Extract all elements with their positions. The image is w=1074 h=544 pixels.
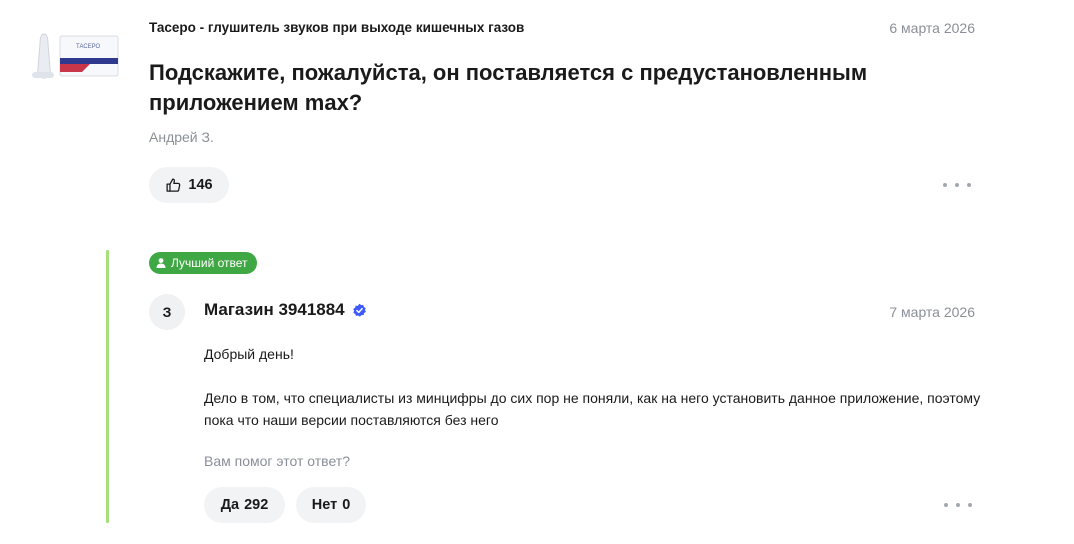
product-thumb-label: ТАСЕРО xyxy=(76,44,101,50)
helpful-question: Вам помог этот ответ? xyxy=(204,453,350,469)
answer-greeting: Добрый день! xyxy=(204,346,294,362)
like-count: 146 xyxy=(188,177,213,193)
best-answer-label: Лучший ответ xyxy=(171,256,248,270)
more-dots-icon xyxy=(943,183,947,187)
vote-no-button[interactable]: Нет 0 xyxy=(296,487,366,523)
shop-name[interactable]: Магазин 3941884 xyxy=(204,300,345,320)
person-icon xyxy=(155,257,167,269)
avatar-letter: З xyxy=(162,304,172,320)
answer-body: Дело в том, что специалисты из минцифры … xyxy=(204,390,981,428)
question-text: Подскажите, пожалуйста, он поставляется … xyxy=(149,60,868,115)
question-more-button[interactable] xyxy=(943,175,971,195)
more-dots-icon xyxy=(944,503,948,507)
answer-more-button[interactable] xyxy=(944,495,972,515)
verified-check-icon xyxy=(352,303,367,318)
question-author: Андрей З. xyxy=(149,129,214,145)
product-link[interactable]: Тасеро - глушитель звуков при выходе киш… xyxy=(149,20,524,35)
vote-yes-count: 292 xyxy=(244,497,269,513)
shop-name-row: Магазин 3941884 xyxy=(204,300,367,320)
answer-accent-bar xyxy=(106,250,109,523)
like-button[interactable]: 146 xyxy=(149,167,229,203)
shop-avatar: З xyxy=(149,294,185,330)
vote-no-label: Нет xyxy=(311,497,338,513)
answer-text: Добрый день! Дело в том, что специалисты… xyxy=(204,343,984,431)
question-date: 6 марта 2026 xyxy=(889,20,975,36)
product-thumbnail[interactable]: ТАСЕРО xyxy=(30,28,122,82)
vote-yes-label: Да xyxy=(220,497,240,513)
vote-no-count: 0 xyxy=(342,497,351,513)
thumbs-up-icon xyxy=(165,177,182,194)
answer-date: 7 марта 2026 xyxy=(889,304,975,320)
best-answer-badge: Лучший ответ xyxy=(149,252,257,274)
vote-yes-button[interactable]: Да 292 xyxy=(204,487,285,523)
